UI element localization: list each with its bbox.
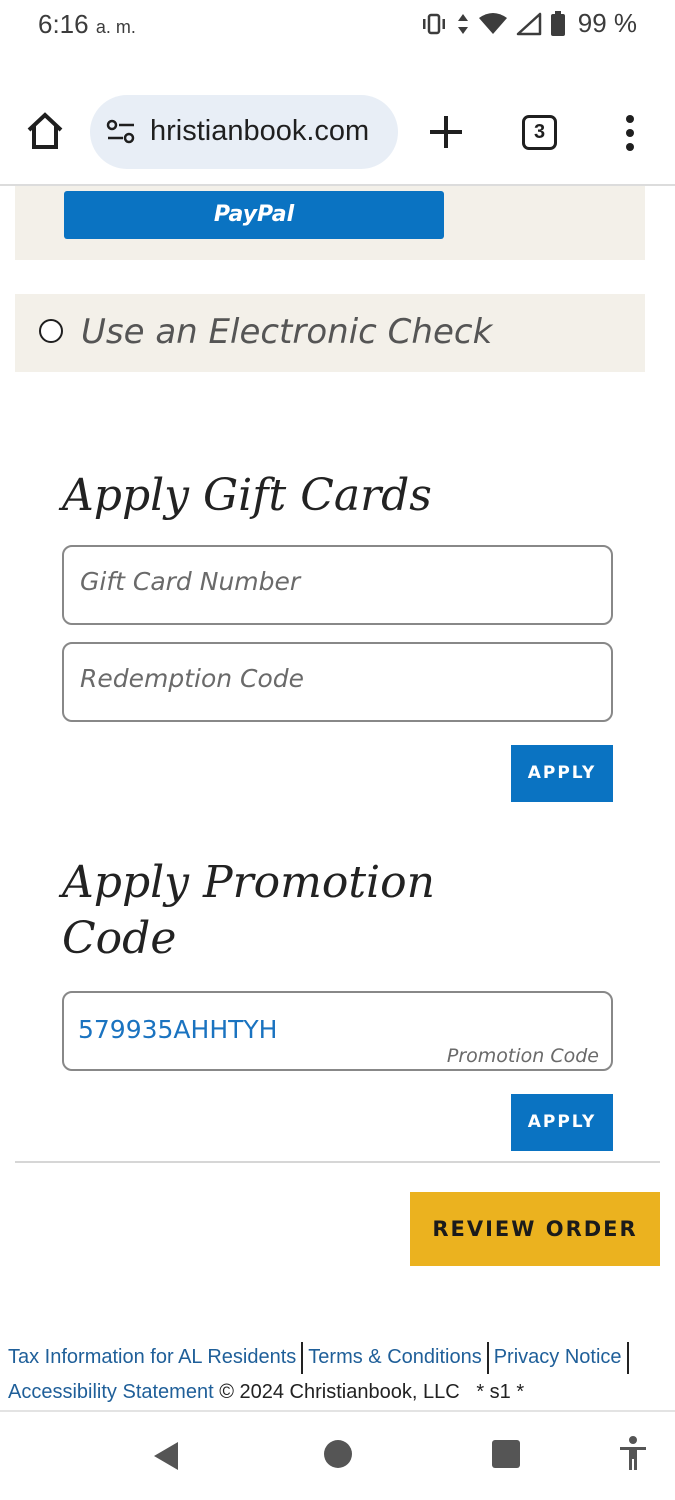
gift-card-number-field[interactable]: Gift Card Number bbox=[62, 545, 613, 625]
wifi-icon bbox=[478, 12, 507, 34]
home-icon[interactable] bbox=[24, 110, 66, 152]
status-icons: 99 % bbox=[420, 8, 637, 39]
footer-separator bbox=[301, 1341, 304, 1374]
terms-link[interactable]: Terms & Conditions bbox=[308, 1346, 481, 1368]
battery-percentage: 99 % bbox=[577, 8, 637, 38]
apply-gift-card-button[interactable]: APPLY bbox=[511, 745, 613, 802]
footer-separator bbox=[486, 1341, 489, 1374]
promotion-title-line2: Code bbox=[62, 913, 177, 964]
vibrate-icon bbox=[422, 13, 445, 34]
battery-icon bbox=[550, 10, 565, 36]
privacy-link[interactable]: Privacy Notice bbox=[494, 1346, 622, 1368]
plus-icon[interactable] bbox=[428, 114, 464, 150]
signal-icon bbox=[516, 12, 541, 35]
footer: Tax Information for AL Residents Terms & … bbox=[8, 1340, 668, 1410]
promotion-code-label: Promotion Code bbox=[446, 1045, 599, 1067]
electronic-check-radio[interactable] bbox=[39, 319, 63, 343]
address-bar[interactable]: hristianbook.com bbox=[90, 95, 398, 169]
redemption-code-field[interactable]: Redemption Code bbox=[62, 642, 613, 722]
electronic-check-option[interactable]: Use an Electronic Check bbox=[15, 294, 645, 372]
promotion-title: Apply Promotion Code bbox=[62, 855, 435, 967]
data-arrows-icon bbox=[457, 13, 468, 34]
section-divider bbox=[15, 1161, 660, 1163]
paypal-button[interactable]: PayPal bbox=[64, 191, 444, 239]
promotion-title-line1: Apply Promotion bbox=[62, 857, 435, 908]
browser-toolbar: hristianbook.com 3 bbox=[0, 84, 675, 184]
site-settings-icon[interactable] bbox=[106, 119, 136, 145]
copyright-text: © 2024 Christianbook, LLC bbox=[219, 1381, 460, 1403]
server-tag: * s1 * bbox=[476, 1381, 525, 1403]
back-icon[interactable] bbox=[152, 1440, 180, 1472]
tabs-icon[interactable]: 3 bbox=[522, 115, 557, 150]
nav-home-icon[interactable] bbox=[324, 1440, 352, 1468]
apply-promotion-button[interactable]: APPLY bbox=[511, 1094, 613, 1151]
redemption-code-placeholder: Redemption Code bbox=[80, 664, 305, 693]
gift-card-number-placeholder: Gift Card Number bbox=[80, 567, 301, 596]
system-nav-bar bbox=[0, 1412, 675, 1500]
promotion-code-value: 579935AHHTYH bbox=[78, 1015, 278, 1044]
status-bar: 6:16 a. m. 99 % bbox=[0, 0, 675, 48]
status-clock: 6:16 bbox=[38, 9, 89, 39]
more-vert-icon[interactable] bbox=[618, 114, 642, 152]
review-order-button[interactable]: REVIEW ORDER bbox=[410, 1192, 660, 1266]
accessibility-link[interactable]: Accessibility Statement bbox=[8, 1381, 214, 1403]
paypal-option-panel: PayPal bbox=[15, 186, 645, 260]
footer-separator bbox=[626, 1341, 629, 1374]
status-time: 6:16 a. m. bbox=[38, 9, 136, 40]
gift-cards-title: Apply Gift Cards bbox=[62, 470, 432, 521]
status-ampm: a. m. bbox=[95, 17, 136, 37]
promotion-code-field[interactable]: 579935AHHTYH Promotion Code bbox=[62, 991, 613, 1071]
recents-icon[interactable] bbox=[492, 1440, 520, 1468]
url-text: hristianbook.com bbox=[150, 115, 370, 147]
electronic-check-label: Use an Electronic Check bbox=[81, 312, 493, 352]
tax-info-link[interactable]: Tax Information for AL Residents bbox=[8, 1346, 296, 1368]
accessibility-icon[interactable] bbox=[618, 1436, 648, 1472]
